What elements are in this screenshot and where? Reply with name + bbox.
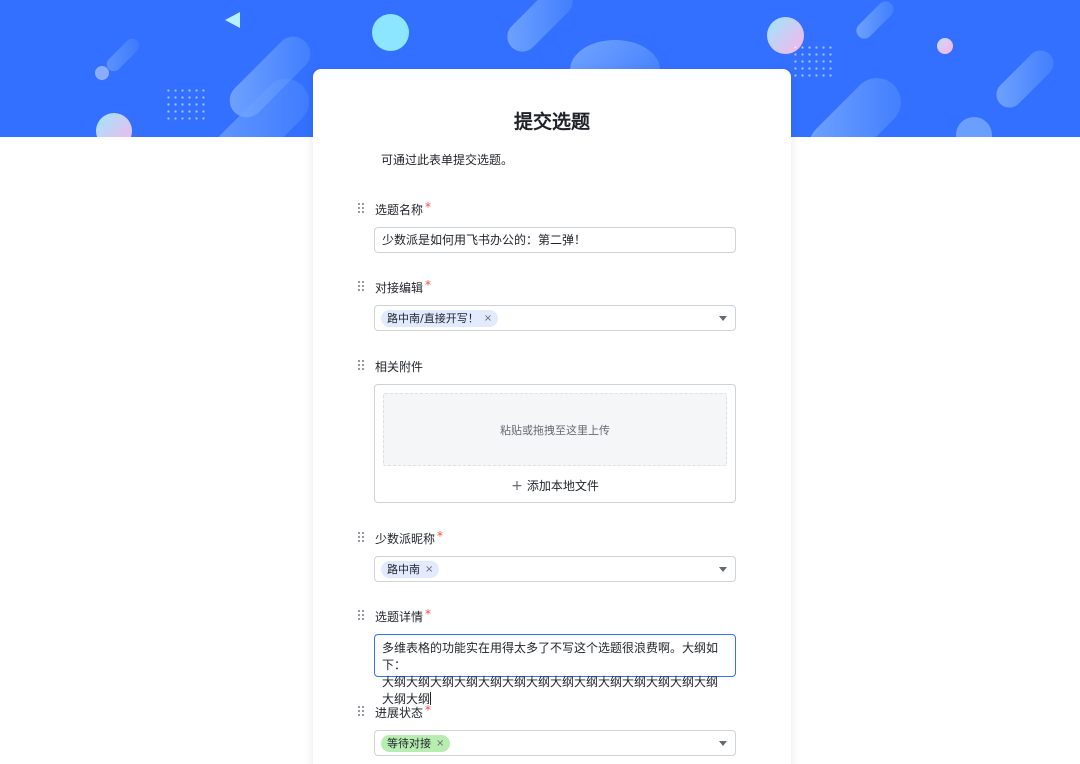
chevron-down-icon[interactable] bbox=[719, 316, 727, 321]
add-local-file-button[interactable]: + 添加本地文件 bbox=[375, 477, 735, 494]
tag-label: 路中南 bbox=[387, 563, 420, 576]
plus-icon: + bbox=[511, 478, 523, 494]
details-textarea[interactable]: 多维表格的功能实在用得太多了不写这个选题很浪费啊。大纲如下： 大纲大纲大纲大纲大… bbox=[374, 634, 736, 706]
field-label: 相关附件 bbox=[375, 360, 424, 374]
drag-handle-icon[interactable] bbox=[357, 531, 365, 543]
chevron-down-icon[interactable] bbox=[719, 567, 727, 572]
editor-select[interactable]: 路中南/直接开写！ × bbox=[374, 305, 736, 331]
banner-decoration bbox=[103, 35, 143, 75]
drag-handle-icon[interactable] bbox=[357, 705, 365, 717]
banner-decoration bbox=[501, 0, 579, 58]
drag-handle-icon[interactable] bbox=[357, 609, 365, 621]
attachment-uploader: 粘贴或拖拽至这里上传 + 添加本地文件 bbox=[374, 384, 736, 503]
required-mark: * bbox=[425, 607, 432, 621]
nickname-select[interactable]: 路中南 × bbox=[374, 556, 736, 582]
required-mark: * bbox=[437, 529, 444, 543]
tag-label: 路中南/直接开写！ bbox=[387, 312, 479, 325]
nickname-tag: 路中南 × bbox=[381, 561, 440, 578]
field-attachments: 相关附件 粘贴或拖拽至这里上传 + 添加本地文件 bbox=[357, 357, 747, 503]
banner-decoration bbox=[991, 45, 1059, 113]
status-select[interactable]: 等待对接 × bbox=[374, 730, 736, 756]
banner-decoration bbox=[96, 113, 132, 137]
banner-decoration bbox=[165, 87, 209, 123]
form-title: 提交选题 bbox=[513, 111, 590, 133]
tag-remove-icon[interactable]: × bbox=[436, 735, 444, 752]
field-details: 选题详情 * 多维表格的功能实在用得太多了不写这个选题很浪费啊。大纲如下： 大纲大… bbox=[357, 607, 747, 706]
banner-decoration bbox=[792, 44, 836, 80]
tag-label: 等待对接 bbox=[387, 737, 431, 750]
form-description: 可通过此表单提交选题。 bbox=[381, 153, 514, 167]
status-tag: 等待对接 × bbox=[381, 735, 451, 752]
banner-decoration bbox=[853, 0, 897, 42]
field-topic-name: 选题名称 * 少数派是如何用飞书办公的：第二弹！ bbox=[357, 200, 747, 253]
banner-decoration bbox=[95, 66, 109, 80]
banner-decoration bbox=[937, 38, 953, 54]
chevron-down-icon[interactable] bbox=[719, 741, 727, 746]
form-card: 提交选题 可通过此表单提交选题。 选题名称 * 少数派是如何用飞书办公的：第二弹！… bbox=[313, 69, 791, 764]
field-label: 对接编辑 * bbox=[375, 278, 432, 295]
add-local-file-label: 添加本地文件 bbox=[526, 479, 599, 493]
field-editor: 对接编辑 * 路中南/直接开写！ × bbox=[357, 278, 747, 331]
field-label: 选题详情 * bbox=[375, 607, 432, 624]
field-label: 选题名称 * bbox=[375, 200, 432, 217]
field-nickname: 少数派昵称 * 路中南 × bbox=[357, 529, 747, 582]
drag-handle-icon[interactable] bbox=[357, 280, 365, 292]
field-label: 进展状态 * bbox=[375, 703, 432, 720]
topic-name-input[interactable]: 少数派是如何用飞书办公的：第二弹！ bbox=[374, 227, 736, 253]
banner-decoration bbox=[956, 117, 992, 137]
tag-remove-icon[interactable]: × bbox=[425, 561, 433, 578]
drag-handle-icon[interactable] bbox=[357, 359, 365, 371]
tag-remove-icon[interactable]: × bbox=[484, 310, 492, 327]
required-mark: * bbox=[425, 703, 432, 717]
drag-handle-icon[interactable] bbox=[357, 202, 365, 214]
editor-tag: 路中南/直接开写！ × bbox=[381, 310, 499, 327]
banner-decoration bbox=[372, 14, 409, 51]
banner-decoration bbox=[225, 12, 240, 28]
required-mark: * bbox=[425, 200, 432, 214]
details-line: 多维表格的功能实在用得太多了不写这个选题很浪费啊。大纲如下： bbox=[382, 641, 719, 672]
upload-dropzone[interactable]: 粘贴或拖拽至这里上传 bbox=[383, 393, 727, 466]
required-mark: * bbox=[425, 278, 432, 292]
field-status: 进展状态 * 等待对接 × bbox=[357, 703, 747, 756]
field-label: 少数派昵称 * bbox=[375, 529, 444, 546]
